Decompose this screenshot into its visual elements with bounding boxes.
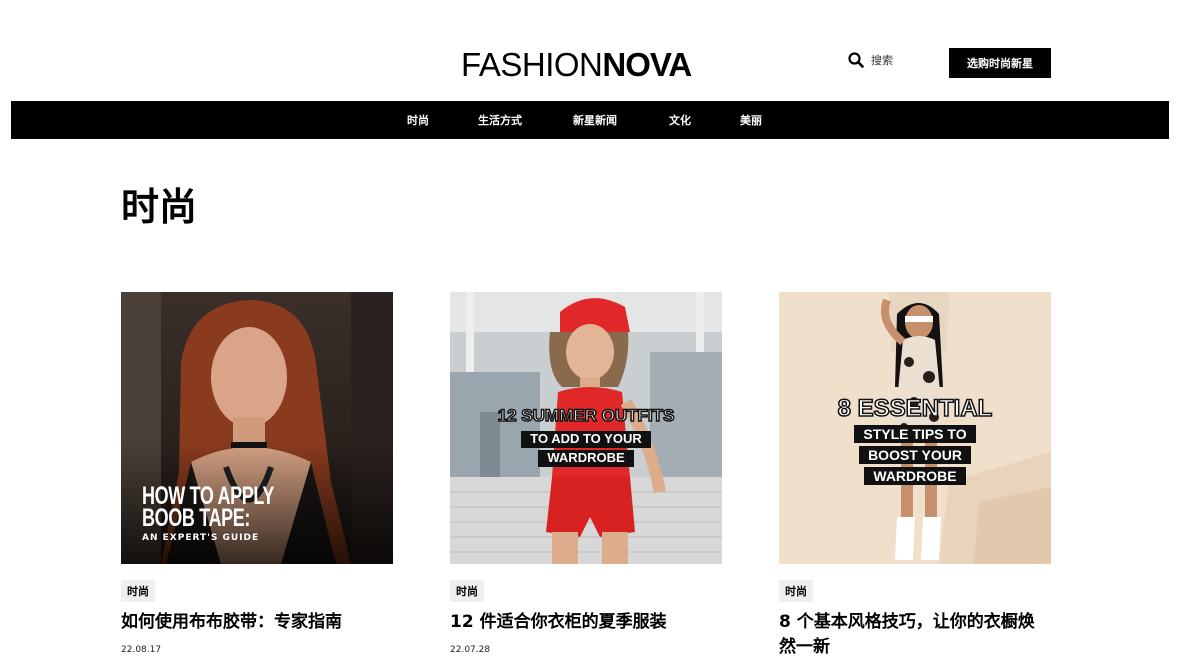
main-nav: 时尚 生活方式 新星新闻 文化 美丽: [11, 101, 1169, 139]
overlay-line-4: WARDROBE: [864, 467, 966, 486]
article-title[interactable]: 12 件适合你衣柜的夏季服装: [450, 610, 722, 635]
article-title[interactable]: 8 个基本风格技巧，让你的衣橱焕然一新: [779, 610, 1051, 660]
overlay-box-wrap: BOOST YOUR: [779, 445, 1051, 465]
article-title[interactable]: 如何使用布布胶带：专家指南: [121, 610, 393, 635]
overlay-box-wrap: WARDROBE: [450, 447, 722, 467]
overlay-box-wrap: TO ADD TO YOUR: [450, 428, 722, 448]
overlay-line-1: 12 SUMMER OUTFITS: [497, 406, 675, 425]
nav-item-nova-news[interactable]: 新星新闻: [573, 101, 617, 139]
article-card: HOW TO APPLY BOOB TAPE: AN EXPERT'S GUID…: [121, 292, 393, 655]
overlay-box-wrap: STYLE TIPS TO: [779, 424, 1051, 444]
category-tag[interactable]: 时尚: [121, 580, 155, 602]
logo[interactable]: FASHION NOVA: [461, 44, 692, 84]
shop-nova-button[interactable]: 选购时尚新星: [949, 48, 1051, 78]
overlay-line-2: STYLE TIPS TO: [854, 425, 976, 444]
article-thumbnail[interactable]: 8 ESSENTIAL STYLE TIPS TO BOOST YOUR WAR…: [779, 292, 1051, 564]
category-tag[interactable]: 时尚: [450, 580, 484, 602]
search-label: 搜索: [871, 54, 893, 67]
overlay-line-2: BOOB TAPE:: [142, 504, 251, 532]
logo-bold-text: NOVA: [602, 45, 692, 83]
overlay-line-3: AN EXPERT'S GUIDE: [142, 533, 260, 543]
article-card: 8 ESSENTIAL STYLE TIPS TO BOOST YOUR WAR…: [779, 292, 1051, 660]
overlay-line-1: 8 ESSENTIAL: [837, 395, 993, 422]
search-button[interactable]: 搜索: [848, 52, 893, 68]
overlay-line-2: TO ADD TO YOUR: [521, 431, 651, 448]
overlay-line-3: BOOST YOUR: [859, 446, 971, 465]
article-date: 22.07.28: [450, 645, 491, 655]
overlay-box-wrap: WARDROBE: [779, 466, 1051, 486]
article-thumbnail[interactable]: 12 SUMMER OUTFITS TO ADD TO YOUR WARDROB…: [450, 292, 722, 564]
overlay-line-3: WARDROBE: [538, 450, 634, 467]
category-tag[interactable]: 时尚: [779, 580, 813, 602]
page: FASHION NOVA 搜索 选购时尚新星 时尚 生活方式 新星新闻 文化 美丽…: [0, 0, 1179, 665]
nav-item-culture[interactable]: 文化: [669, 101, 691, 139]
article-card: 12 SUMMER OUTFITS TO ADD TO YOUR WARDROB…: [450, 292, 722, 655]
page-title: 时尚: [121, 185, 198, 229]
logo-light-text: FASHION: [461, 45, 603, 83]
nav-item-lifestyle[interactable]: 生活方式: [478, 101, 522, 139]
article-date: 22.08.17: [121, 645, 162, 655]
search-icon: [848, 52, 864, 68]
nav-item-fashion[interactable]: 时尚: [407, 101, 429, 139]
article-thumbnail[interactable]: HOW TO APPLY BOOB TAPE: AN EXPERT'S GUID…: [121, 292, 393, 564]
nav-item-beauty[interactable]: 美丽: [740, 101, 762, 139]
